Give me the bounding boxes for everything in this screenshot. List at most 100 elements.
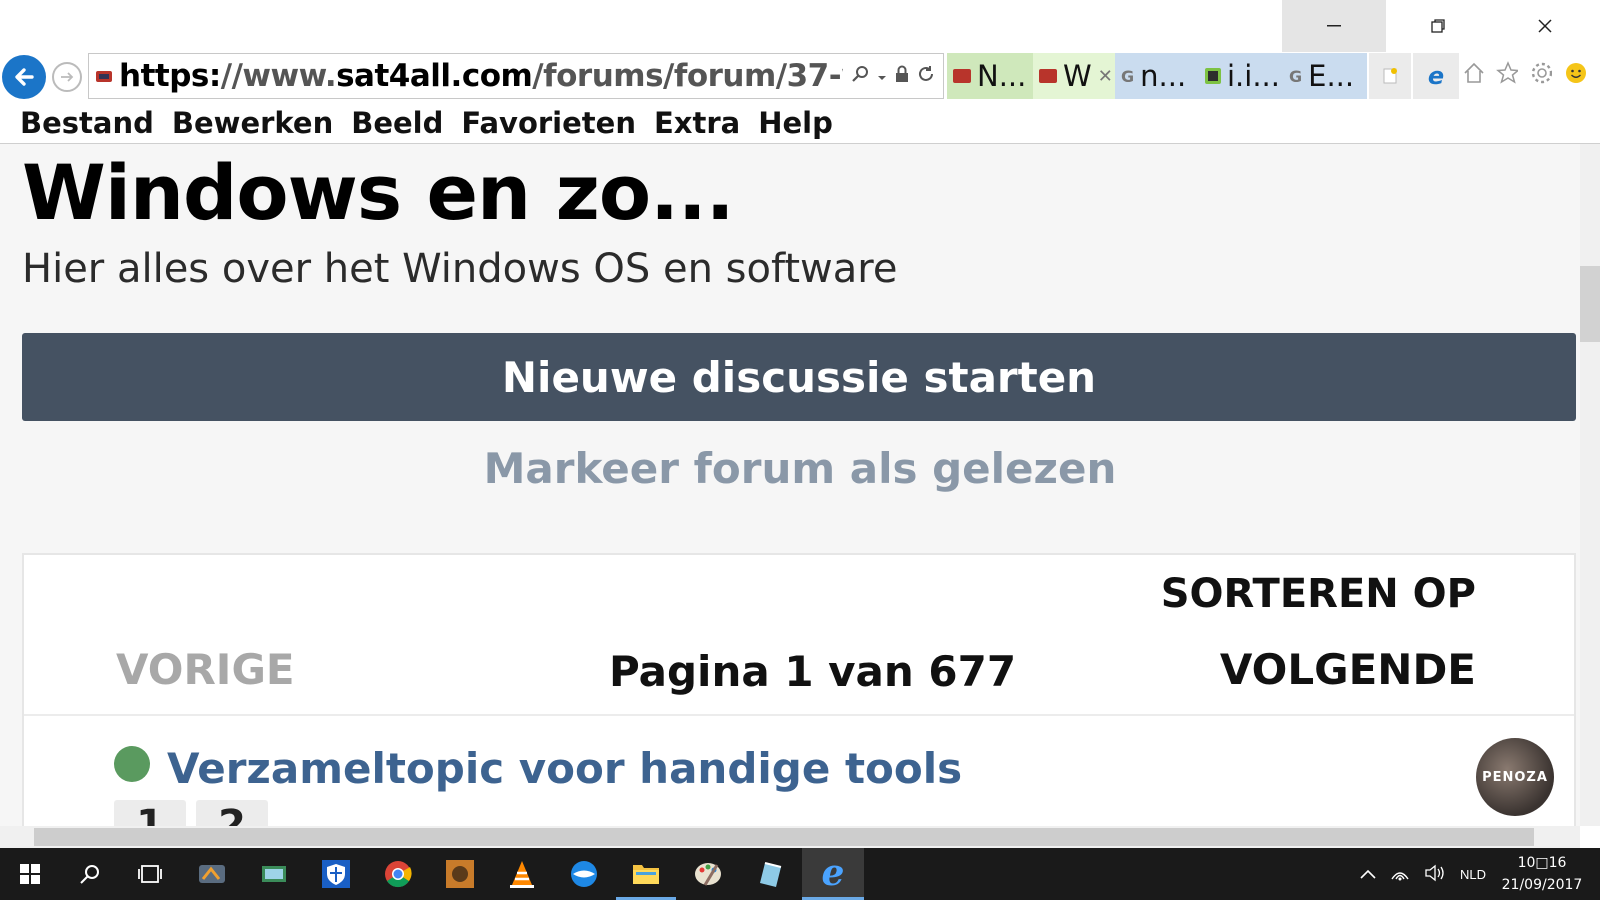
url-domain: sat4all.com bbox=[336, 58, 533, 94]
search-icon bbox=[80, 865, 99, 884]
tab-label: E... bbox=[1308, 59, 1355, 93]
taskbar-app-blue[interactable] bbox=[740, 848, 800, 900]
windows-logo-icon bbox=[20, 864, 40, 884]
lock-icon[interactable] bbox=[895, 65, 909, 88]
arrow-right-icon bbox=[61, 72, 74, 82]
taskbar-internet-explorer[interactable]: e bbox=[802, 848, 864, 900]
topic-list-panel: SORTEREN OP VORIGE Pagina 1 van 677 VOLG… bbox=[22, 553, 1576, 826]
app-icon bbox=[199, 865, 225, 883]
start-button[interactable] bbox=[0, 848, 60, 900]
menu-help[interactable]: Help bbox=[758, 106, 833, 140]
close-button[interactable] bbox=[1490, 0, 1600, 52]
google-icon: G bbox=[1121, 66, 1135, 86]
globe-icon bbox=[571, 861, 597, 887]
url-text[interactable]: https://www.sat4all.com/forums/forum/37-… bbox=[119, 58, 843, 94]
new-tab-icon bbox=[1383, 68, 1397, 84]
page-viewport: Windows en zo... Hier alles over het Win… bbox=[0, 144, 1580, 826]
taskbar-app-globe[interactable] bbox=[554, 848, 614, 900]
mark-forum-read-link[interactable]: Markeer forum als gelezen bbox=[0, 444, 1580, 493]
menu-favorieten[interactable]: Favorieten bbox=[461, 106, 636, 140]
refresh-icon[interactable] bbox=[917, 65, 935, 88]
internet-explorer-icon: e bbox=[821, 851, 845, 894]
taskbar-paint[interactable] bbox=[678, 848, 738, 900]
tab-1[interactable]: N... bbox=[947, 53, 1033, 99]
url-path: /forums/forum/37-wir bbox=[532, 58, 843, 94]
taskbar-file-explorer[interactable] bbox=[616, 848, 676, 900]
next-page-button[interactable]: VOLGENDE bbox=[1220, 645, 1476, 694]
star-icon[interactable] bbox=[1496, 60, 1518, 86]
avatar-text: PENOZA bbox=[1482, 769, 1548, 785]
photo-app-icon bbox=[446, 860, 474, 888]
home-icon[interactable] bbox=[1462, 60, 1484, 86]
taskbar-chrome[interactable] bbox=[368, 848, 428, 900]
search-icon[interactable] bbox=[851, 65, 869, 88]
chrome-icon bbox=[385, 861, 412, 888]
url-scheme: https: bbox=[119, 58, 221, 94]
topic-page-link[interactable]: 2 bbox=[196, 800, 268, 826]
topic-title-link[interactable]: Verzameltopic voor handige tools bbox=[167, 744, 962, 793]
ie-tab-button[interactable]: e bbox=[1413, 53, 1459, 99]
page-title: Windows en zo... bbox=[22, 148, 735, 237]
previous-page-button[interactable]: VORIGE bbox=[116, 645, 295, 694]
url-prefix: //www. bbox=[220, 58, 337, 94]
back-button[interactable] bbox=[2, 55, 46, 99]
tab-label: i.i... bbox=[1227, 59, 1280, 93]
arrow-left-icon bbox=[15, 68, 34, 86]
gear-icon[interactable] bbox=[1530, 60, 1552, 86]
minimize-button[interactable] bbox=[1282, 0, 1386, 52]
menu-bestand[interactable]: Bestand bbox=[20, 106, 154, 140]
restore-button[interactable] bbox=[1386, 0, 1490, 52]
language-indicator[interactable]: NLD bbox=[1460, 867, 1486, 882]
sort-by-button[interactable]: SORTEREN OP bbox=[1161, 571, 1476, 617]
new-topic-button[interactable]: Nieuwe discussie starten bbox=[22, 333, 1576, 421]
menu-beeld[interactable]: Beeld bbox=[351, 106, 443, 140]
menu-bewerken[interactable]: Bewerken bbox=[172, 106, 333, 140]
topic-row: Verzameltopic voor handige tools 1 2 PEN… bbox=[24, 716, 1574, 826]
horizontal-scroll-thumb[interactable] bbox=[34, 828, 1534, 846]
tab-3[interactable]: G n... bbox=[1115, 53, 1199, 99]
tab-5[interactable]: G E... bbox=[1283, 53, 1367, 99]
taskbar-app-1[interactable] bbox=[182, 848, 242, 900]
internet-explorer-icon: e bbox=[1427, 62, 1445, 90]
taskbar-vlc[interactable] bbox=[492, 848, 552, 900]
task-view-button[interactable] bbox=[120, 848, 180, 900]
tab-label: W bbox=[1063, 59, 1092, 93]
chevron-down-icon[interactable] bbox=[877, 66, 887, 87]
smiley-feedback-icon[interactable] bbox=[1564, 60, 1586, 86]
sat4all-icon bbox=[1039, 69, 1057, 83]
topic-page-link[interactable]: 1 bbox=[114, 800, 186, 826]
vertical-scrollbar[interactable] bbox=[1580, 144, 1600, 826]
restore-icon bbox=[1431, 19, 1445, 33]
taskbar-app-2[interactable] bbox=[244, 848, 304, 900]
avatar[interactable]: PENOZA bbox=[1476, 738, 1554, 816]
tab-label: N... bbox=[977, 59, 1027, 93]
menu-extra[interactable]: Extra bbox=[654, 106, 740, 140]
app-icon bbox=[262, 866, 286, 882]
folder-icon bbox=[633, 864, 659, 884]
sat4all-icon bbox=[953, 69, 971, 83]
new-tab-button[interactable] bbox=[1369, 53, 1411, 99]
clock-time: 10□16 bbox=[1517, 855, 1567, 871]
search-taskbar-button[interactable] bbox=[60, 848, 120, 900]
horizontal-scrollbar[interactable] bbox=[0, 826, 1580, 848]
tab-2-active[interactable]: W ✕ bbox=[1033, 53, 1115, 99]
volume-icon[interactable] bbox=[1424, 864, 1446, 885]
forward-button[interactable] bbox=[52, 62, 82, 92]
google-icon: G bbox=[1289, 66, 1303, 86]
taskbar-app-photo[interactable] bbox=[430, 848, 490, 900]
page-indicator[interactable]: Pagina 1 van 677 bbox=[609, 647, 1016, 696]
task-view-icon bbox=[138, 865, 162, 883]
chevron-up-icon[interactable] bbox=[1360, 866, 1376, 882]
address-bar[interactable]: https://www.sat4all.com/forums/forum/37-… bbox=[88, 53, 944, 99]
mark-read-label: Markeer forum als gelezen bbox=[483, 444, 1117, 493]
taskbar-defender[interactable] bbox=[306, 848, 366, 900]
palette-icon bbox=[695, 863, 721, 886]
wifi-icon[interactable] bbox=[1390, 865, 1410, 884]
app-icon bbox=[760, 862, 782, 887]
tab-4[interactable]: i.i... bbox=[1199, 53, 1283, 99]
clock-date: 21/09/2017 bbox=[1501, 877, 1583, 893]
tab-close-icon[interactable]: ✕ bbox=[1098, 66, 1113, 87]
vertical-scroll-thumb[interactable] bbox=[1580, 266, 1600, 342]
clock[interactable]: 10□16 21/09/2017 bbox=[1492, 852, 1592, 896]
window-titlebar bbox=[0, 0, 1600, 52]
